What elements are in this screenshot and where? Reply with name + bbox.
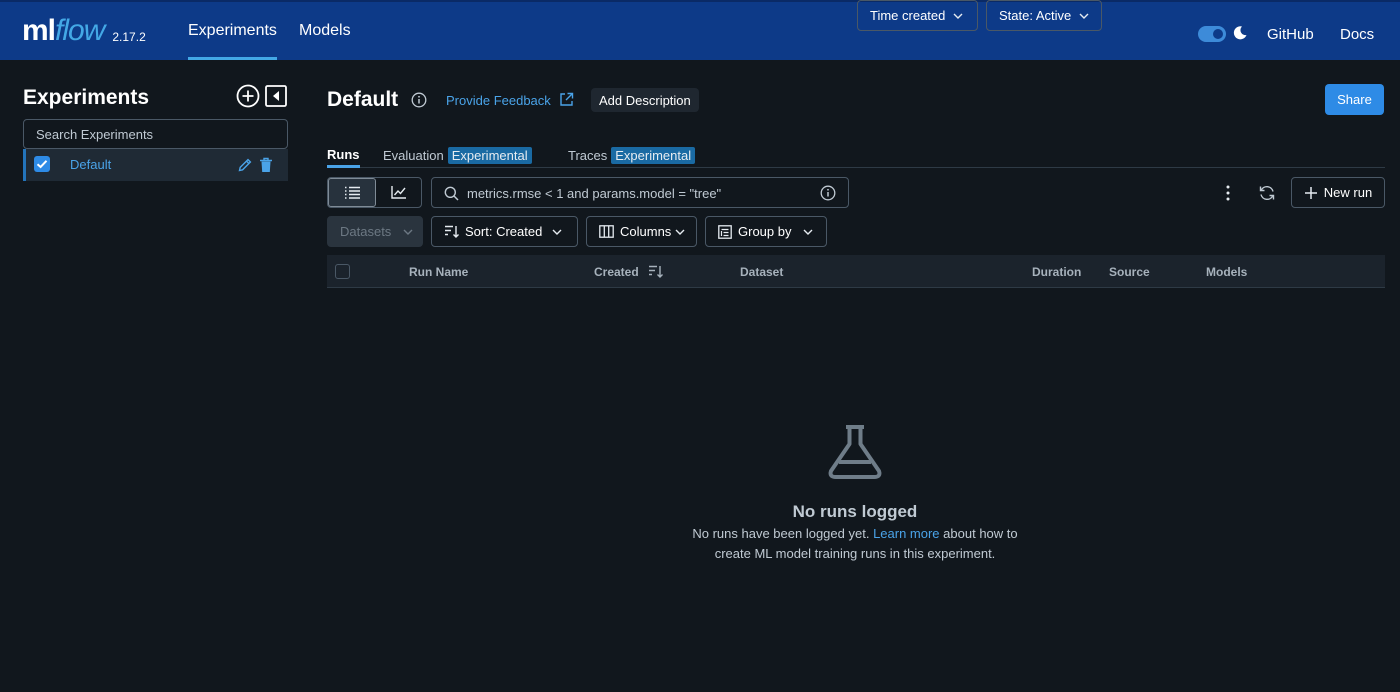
chevron-down-icon bbox=[552, 229, 562, 235]
tab-traces[interactable]: Traces Experimental bbox=[568, 147, 696, 164]
columns-icon bbox=[599, 225, 614, 238]
info-icon[interactable] bbox=[820, 185, 836, 201]
datasets-dropdown[interactable]: Datasets bbox=[327, 216, 423, 247]
empty-state-title: No runs logged bbox=[792, 502, 918, 521]
provide-feedback-link[interactable]: Provide Feedback bbox=[446, 93, 551, 108]
column-created[interactable]: Created bbox=[594, 265, 639, 279]
new-run-button[interactable]: New run bbox=[1291, 177, 1385, 208]
experimental-badge: Experimental bbox=[447, 147, 532, 164]
column-run-name[interactable]: Run Name bbox=[409, 265, 468, 279]
logo-flow-text: flow bbox=[55, 14, 105, 47]
column-duration[interactable]: Duration bbox=[1032, 265, 1081, 279]
time-created-label: Time created bbox=[870, 8, 946, 23]
sidebar-item-default[interactable]: Default bbox=[23, 149, 288, 181]
sort-icon bbox=[445, 225, 459, 238]
sort-label: Sort: Created bbox=[465, 224, 543, 239]
top-bar: ml flow 2.17.2 Experiments Models GitHub… bbox=[0, 0, 1400, 60]
mlflow-logo[interactable]: ml flow 2.17.2 bbox=[22, 16, 146, 46]
runs-table-header: Run Name Created Dataset Duration Source… bbox=[327, 255, 1385, 288]
sidebar-title: Experiments bbox=[23, 86, 150, 109]
experiment-checkbox[interactable] bbox=[34, 156, 50, 172]
sort-descending-icon[interactable] bbox=[648, 265, 663, 278]
nav-experiments[interactable]: Experiments bbox=[188, 2, 277, 60]
page-title: Default bbox=[327, 88, 399, 111]
chart-line-icon bbox=[391, 186, 406, 199]
logo-ml-text: ml bbox=[22, 14, 56, 47]
group-by-dropdown[interactable]: Group by bbox=[705, 216, 827, 247]
time-created-dropdown[interactable]: Time created bbox=[857, 0, 978, 31]
empty-text-before: No runs have been logged yet. bbox=[692, 526, 870, 541]
chart-view-button[interactable] bbox=[376, 178, 422, 207]
github-link[interactable]: GitHub bbox=[1267, 26, 1314, 43]
plus-icon bbox=[1304, 186, 1317, 199]
tabs-divider bbox=[327, 167, 1385, 168]
chevron-down-icon bbox=[403, 229, 413, 235]
docs-link[interactable]: Docs bbox=[1340, 26, 1374, 43]
version-label: 2.17.2 bbox=[112, 30, 146, 44]
share-button[interactable]: Share bbox=[1325, 84, 1384, 115]
dark-mode-toggle[interactable] bbox=[1198, 26, 1226, 42]
select-all-checkbox[interactable] bbox=[335, 264, 350, 279]
tab-traces-label: Traces bbox=[568, 148, 608, 163]
search-experiments-input[interactable] bbox=[23, 119, 288, 149]
experiment-name[interactable]: Default bbox=[70, 157, 111, 172]
list-icon bbox=[345, 186, 360, 199]
group-icon bbox=[718, 224, 732, 239]
group-by-label: Group by bbox=[738, 224, 792, 239]
nav-models[interactable]: Models bbox=[299, 2, 351, 60]
pencil-icon[interactable] bbox=[237, 157, 253, 173]
datasets-label: Datasets bbox=[340, 224, 392, 239]
beaker-icon bbox=[828, 425, 882, 479]
collapse-sidebar-icon[interactable] bbox=[265, 85, 287, 107]
table-view-button[interactable] bbox=[328, 178, 376, 207]
column-dataset[interactable]: Dataset bbox=[740, 265, 783, 279]
tab-runs-label: Runs bbox=[327, 147, 360, 162]
search-icon bbox=[444, 186, 459, 201]
chevron-down-icon bbox=[1079, 13, 1089, 19]
new-run-label: New run bbox=[1323, 185, 1373, 200]
state-dropdown[interactable]: State: Active bbox=[986, 0, 1102, 31]
columns-label: Columns bbox=[620, 224, 672, 239]
refresh-icon[interactable] bbox=[1258, 184, 1276, 202]
state-label: State: Active bbox=[999, 8, 1072, 23]
column-source[interactable]: Source bbox=[1109, 265, 1150, 279]
view-mode-toggle bbox=[327, 177, 422, 208]
chevron-down-icon bbox=[675, 229, 685, 235]
columns-dropdown[interactable]: Columns bbox=[586, 216, 697, 247]
info-icon[interactable] bbox=[411, 92, 427, 108]
add-experiment-icon[interactable] bbox=[236, 84, 260, 108]
check-icon bbox=[36, 160, 48, 169]
tab-evaluation-label: Evaluation bbox=[383, 148, 444, 163]
experimental-badge: Experimental bbox=[611, 147, 696, 164]
tab-runs[interactable]: Runs bbox=[327, 147, 360, 168]
chevron-down-icon bbox=[803, 229, 813, 235]
trash-icon[interactable] bbox=[259, 157, 273, 173]
learn-more-link[interactable]: Learn more bbox=[873, 526, 939, 541]
more-options-icon[interactable] bbox=[1221, 184, 1235, 202]
sort-dropdown[interactable]: Sort: Created bbox=[431, 216, 578, 247]
external-link-icon[interactable] bbox=[559, 92, 574, 107]
add-description-button[interactable]: Add Description bbox=[591, 88, 699, 112]
chevron-down-icon bbox=[953, 13, 963, 19]
tab-evaluation[interactable]: Evaluation Experimental bbox=[383, 147, 532, 164]
search-placeholder: metrics.rmse < 1 and params.model = "tre… bbox=[467, 186, 722, 201]
moon-icon bbox=[1233, 26, 1247, 40]
runs-search-input[interactable]: metrics.rmse < 1 and params.model = "tre… bbox=[431, 177, 849, 208]
empty-state-description: No runs have been logged yet. Learn more… bbox=[680, 524, 1030, 564]
column-models[interactable]: Models bbox=[1206, 265, 1247, 279]
